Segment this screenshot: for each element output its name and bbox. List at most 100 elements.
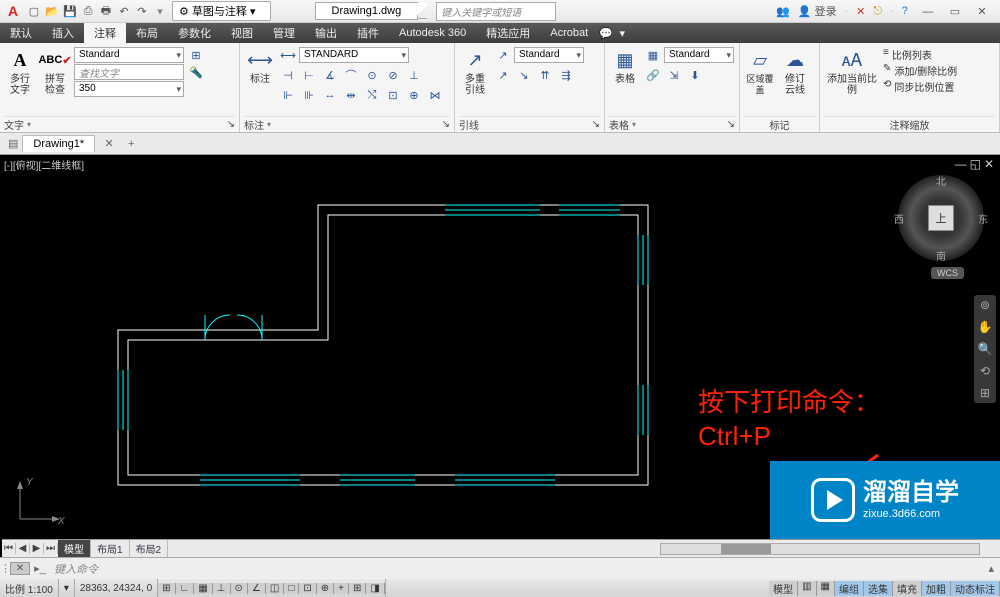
dim-ordinate-icon[interactable]: ⊥ <box>405 67 423 83</box>
tab-next-icon[interactable]: ▶ <box>30 543 44 554</box>
tab-default[interactable]: 默认 <box>0 23 42 43</box>
qat-new-icon[interactable]: ▢ <box>26 3 42 19</box>
cmd-recent-icon[interactable]: ▴ <box>982 562 1000 575</box>
workspace-dropdown[interactable]: ⚙ 草图与注释 ▾ <box>172 1 271 21</box>
view-cube[interactable]: 北 南 西 东 上 <box>898 175 984 261</box>
dim-arc-icon[interactable]: ⌒ <box>342 67 360 83</box>
find-text-input[interactable]: 查找文字 <box>74 64 184 80</box>
nav-orbit-icon[interactable]: ⟲ <box>980 364 990 378</box>
dim-break-icon[interactable]: ↔ <box>321 87 339 103</box>
status-toggle-hatch[interactable]: 填充 <box>893 581 922 596</box>
status-polar-icon[interactable]: ⊥ <box>213 583 231 594</box>
qat-print-icon[interactable]: 🖶 <box>98 3 114 19</box>
leader-style-icon[interactable]: ↗ <box>494 47 512 63</box>
panel-launcher-icon[interactable]: ↘ <box>592 119 600 130</box>
table-download-icon[interactable]: ⬇ <box>686 67 704 83</box>
spellcheck-button[interactable]: ABC✔拼写检查 <box>39 45 71 98</box>
syncscale-button[interactable]: ⟲同步比例位置 <box>883 79 957 94</box>
tab-manage[interactable]: 管理 <box>263 23 305 43</box>
tab-output[interactable]: 输出 <box>305 23 347 43</box>
maximize-button[interactable]: ▭ <box>943 5 967 18</box>
leader-collect-icon[interactable]: ⇶ <box>557 67 575 83</box>
dim-jog-icon[interactable]: ⤭ <box>363 87 381 103</box>
table-style-icon[interactable]: ▦ <box>644 47 662 63</box>
file-tab[interactable]: Drawing1* <box>22 135 95 152</box>
find-icon[interactable]: 🔦 <box>187 64 205 80</box>
qat-redo-icon[interactable]: ↷ <box>134 3 150 19</box>
dim-linear-icon[interactable]: ⊣ <box>279 67 297 83</box>
addscale-button[interactable]: 🗚添加当前比例 <box>824 45 880 98</box>
dim-aligned-icon[interactable]: ⊢ <box>300 67 318 83</box>
status-grid-icon[interactable]: ⊞ <box>158 583 175 594</box>
help-icon[interactable]: ? <box>902 5 908 17</box>
status-toggle-group[interactable]: 编组 <box>835 581 864 596</box>
revcloud-button[interactable]: ☁修订云线 <box>779 45 811 98</box>
dim-style-icon[interactable]: ⟷ <box>279 47 297 63</box>
add-tab-icon[interactable]: + <box>123 138 139 150</box>
panel-launcher-icon[interactable]: ↘ <box>442 119 450 130</box>
dim-baseline-icon[interactable]: ⊪ <box>300 87 318 103</box>
status-ducs-icon[interactable]: □ <box>284 583 299 594</box>
qat-more-icon[interactable]: ▾ <box>152 3 168 19</box>
status-lwt-icon[interactable]: ⊕ <box>317 583 334 594</box>
tab-addins[interactable]: 插件 <box>347 23 389 43</box>
table-button[interactable]: ▦表格 <box>609 45 641 87</box>
table-link-icon[interactable]: 🔗 <box>644 67 662 83</box>
command-line[interactable]: ⋮ ✕ ▸_ 键入命令 ▴ <box>0 557 1000 579</box>
status-tpy-icon[interactable]: + <box>334 583 349 594</box>
app-logo[interactable]: A <box>3 1 23 21</box>
leader-add-icon[interactable]: ↗ <box>494 67 512 83</box>
status-dyn-icon[interactable]: ⊡ <box>299 583 316 594</box>
tab-parametric[interactable]: 参数化 <box>168 23 221 43</box>
help-search-input[interactable]: 键入关键字或短语 <box>436 2 556 21</box>
filetab-menu-icon[interactable]: ▤ <box>4 137 22 150</box>
share-icon[interactable]: ⎋ <box>873 5 882 18</box>
viewcube-top[interactable]: 上 <box>928 205 954 231</box>
nav-zoom-icon[interactable]: 🔍 <box>978 342 993 356</box>
dim-center-icon[interactable]: ⊕ <box>405 87 423 103</box>
scrollbar-thumb[interactable] <box>721 544 771 554</box>
cmd-close-icon[interactable]: ✕ <box>10 562 30 575</box>
status-toggle-select[interactable]: 选集 <box>864 581 893 596</box>
dim-angular-icon[interactable]: ∡ <box>321 67 339 83</box>
qat-open-icon[interactable]: 📂 <box>44 3 60 19</box>
minimize-button[interactable]: — <box>916 6 940 18</box>
nav-showmotion-icon[interactable]: ⊞ <box>980 386 990 400</box>
editscale-button[interactable]: ✎添加/删除比例 <box>883 63 957 78</box>
command-input[interactable]: 键入命令 <box>50 561 982 577</box>
tab-acrobat[interactable]: Acrobat <box>540 23 598 43</box>
compass-e[interactable]: 东 <box>978 211 988 226</box>
wcs-badge[interactable]: WCS <box>931 267 964 279</box>
status-sc-icon[interactable]: ◨ <box>366 583 384 594</box>
nav-pan-icon[interactable]: ✋ <box>978 320 993 334</box>
table-style-dropdown[interactable]: Standard <box>664 47 734 63</box>
scalelist-button[interactable]: ≡比例列表 <box>883 47 957 62</box>
text-style-dropdown[interactable]: Standard <box>74 47 184 63</box>
table-extract-icon[interactable]: ⇲ <box>665 67 683 83</box>
dim-tolerance-icon[interactable]: ⊡ <box>384 87 402 103</box>
panel-expand-icon[interactable]: ▾ <box>267 120 271 129</box>
compass-n[interactable]: 北 <box>936 173 946 188</box>
status-toggle-dyndim[interactable]: 动态标注 <box>951 581 1000 596</box>
text-tool-icon[interactable]: ⊞ <box>187 47 205 63</box>
wipeout-button[interactable]: ▱区域覆盖 <box>744 45 776 98</box>
tab-collapse-icon[interactable]: ▾ <box>614 27 630 40</box>
leader-align-icon[interactable]: ⇈ <box>536 67 554 83</box>
dimension-button[interactable]: ⟷标注 <box>244 45 276 87</box>
status-otrack-icon[interactable]: ◫ <box>266 583 284 594</box>
status-model-button[interactable]: 模型 <box>769 581 798 596</box>
status-3dosnap-icon[interactable]: ∠ <box>248 583 266 594</box>
drawing-canvas[interactable]: [-][俯视][二维线框] — ◱ ✕ 按下打印命令： <box>0 155 1000 557</box>
dim-diameter-icon[interactable]: ⊘ <box>384 67 402 83</box>
status-scale[interactable]: 比例 1:100 <box>0 579 59 597</box>
dim-inspect-icon[interactable]: ⋈ <box>426 87 444 103</box>
signin-button[interactable]: 👤 登录 <box>798 3 837 19</box>
qat-save-icon[interactable]: 💾 <box>62 3 78 19</box>
dim-style-dropdown[interactable]: STANDARD <box>299 47 409 63</box>
exchange-icon[interactable]: ✕ <box>856 5 865 18</box>
tab-first-icon[interactable]: ⏮ <box>2 543 16 554</box>
panel-launcher-icon[interactable]: ↘ <box>227 119 235 130</box>
tab-layout[interactable]: 布局 <box>126 23 168 43</box>
tab-insert[interactable]: 插入 <box>42 23 84 43</box>
panel-launcher-icon[interactable]: ↘ <box>727 119 735 130</box>
